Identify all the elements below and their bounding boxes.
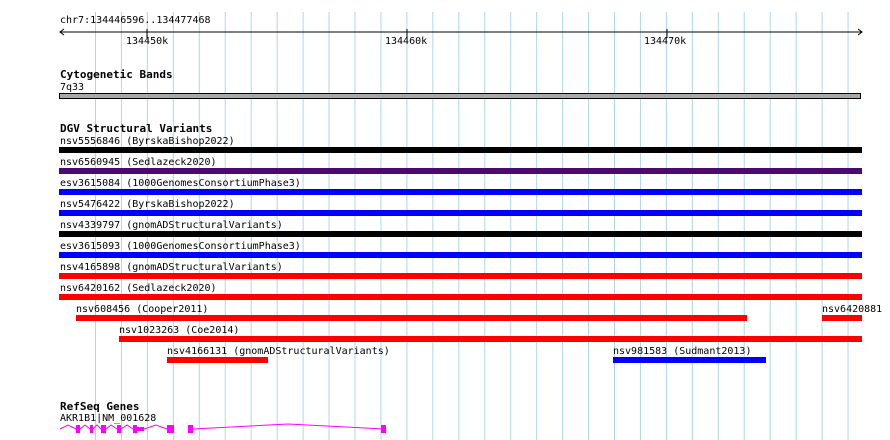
variant-bar[interactable] — [822, 315, 862, 321]
variant-bar[interactable] — [119, 336, 862, 342]
variant-bar[interactable] — [59, 273, 862, 279]
track-title-cytoband: Cytogenetic Bands — [60, 68, 173, 81]
variant-label: nsv4165898 (gnomADStructuralVariants) — [60, 262, 283, 273]
variant-label: nsv608456 (Cooper2011) — [76, 304, 209, 315]
variant-label: nsv981583 (Sudmant2013) — [613, 346, 752, 357]
ruler-range-label: chr7:134446596..134477468 — [60, 15, 211, 26]
variant-label: nsv4166131 (gnomADStructuralVariants) — [167, 346, 390, 357]
variant-bar[interactable] — [59, 294, 862, 300]
ruler-tick-label: 134460k — [385, 36, 428, 47]
variant-label: nsv6420881 (Sedlazeck2020) — [822, 304, 890, 315]
variant-bar[interactable] — [59, 210, 862, 216]
variant-label: nsv6560945 (Sedlazeck2020) — [60, 157, 217, 168]
cytoband-label: 7q33 — [60, 82, 85, 93]
variant-bar[interactable] — [59, 147, 862, 153]
variant-label: nsv5556846 (ByrskaBishop2022) — [60, 136, 235, 147]
variant-bar[interactable] — [613, 357, 766, 363]
variant-label: nsv4339797 (gnomADStructuralVariants) — [60, 220, 283, 231]
gene-model[interactable] — [58, 422, 388, 436]
variant-bar[interactable] — [59, 231, 862, 237]
variant-label: esv3615093 (1000GenomesConsortiumPhase3) — [60, 241, 301, 252]
variant-bar[interactable] — [59, 252, 862, 258]
variant-bar[interactable] — [59, 189, 862, 195]
variant-bar[interactable] — [59, 168, 862, 174]
cytoband-bar[interactable] — [59, 93, 861, 99]
ruler-tick-label: 134450k — [126, 36, 169, 47]
variant-label: nsv1023263 (Coe2014) — [119, 325, 240, 336]
track-title-refseq: RefSeq Genes — [60, 400, 140, 413]
variant-label: nsv6420162 (Sedlazeck2020) — [60, 283, 217, 294]
ruler-tick-label: 134470k — [644, 36, 687, 47]
track-title-dgv: DGV Structural Variants — [60, 122, 213, 135]
variant-bar[interactable] — [76, 315, 747, 321]
variant-bar[interactable] — [167, 357, 268, 363]
ruler-scale[interactable] — [58, 26, 866, 46]
variant-label: nsv5476422 (ByrskaBishop2022) — [60, 199, 235, 210]
variant-label: esv3615084 (1000GenomesConsortiumPhase3) — [60, 178, 301, 189]
